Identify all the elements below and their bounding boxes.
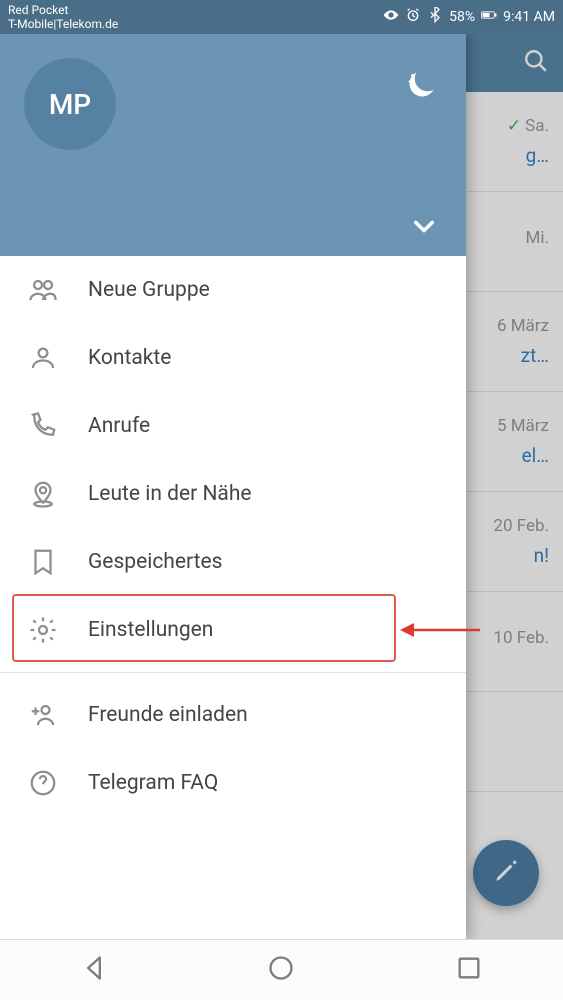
bluetooth-icon: [427, 7, 443, 27]
annotation-arrow: [400, 618, 480, 646]
battery-percent: 58%: [449, 9, 475, 25]
night-mode-toggle[interactable]: [402, 68, 438, 108]
menu-label: Telegram FAQ: [88, 771, 218, 795]
menu-label: Einstellungen: [88, 618, 213, 642]
nav-back[interactable]: [80, 954, 108, 986]
nav-recent[interactable]: [455, 954, 483, 986]
carrier-2: T-Mobile|Telekom.de: [8, 17, 118, 31]
drawer-menu: Neue Gruppe Kontakte Anrufe Leute in der…: [0, 256, 466, 940]
moon-icon: [402, 89, 438, 108]
menu-faq[interactable]: Telegram FAQ: [0, 749, 466, 817]
menu-saved[interactable]: Gespeichertes: [0, 528, 466, 596]
menu-divider: [0, 672, 466, 673]
bookmark-icon: [26, 547, 60, 577]
alarm-icon: [405, 7, 421, 27]
eye-icon: [383, 7, 399, 27]
clock-time: 9:41 AM: [503, 9, 555, 25]
help-icon: [26, 768, 60, 798]
nearby-icon: [26, 479, 60, 509]
menu-nearby[interactable]: Leute in der Nähe: [0, 460, 466, 528]
account-expand[interactable]: [410, 212, 438, 244]
menu-contacts[interactable]: Kontakte: [0, 324, 466, 392]
status-bar: Red Pocket T-Mobile|Telekom.de 58% 9:41 …: [0, 0, 563, 34]
phone-icon: [26, 411, 60, 441]
menu-label: Anrufe: [88, 414, 150, 438]
menu-settings[interactable]: Einstellungen: [0, 596, 466, 664]
group-icon: [26, 275, 60, 305]
person-icon: [26, 343, 60, 373]
system-nav-bar: [0, 939, 563, 1000]
navigation-drawer: MP Neue Gruppe Kontakte: [0, 34, 466, 940]
invite-icon: [26, 700, 60, 730]
gear-icon: [26, 615, 60, 645]
avatar[interactable]: MP: [24, 58, 116, 150]
menu-label: Gespeichertes: [88, 550, 222, 574]
chevron-down-icon: [410, 225, 438, 244]
menu-label: Leute in der Nähe: [88, 482, 252, 506]
avatar-initials: MP: [49, 88, 91, 121]
menu-calls[interactable]: Anrufe: [0, 392, 466, 460]
drawer-header: MP: [0, 34, 466, 256]
carrier-1: Red Pocket: [8, 3, 118, 17]
nav-home[interactable]: [267, 954, 295, 986]
menu-invite[interactable]: Freunde einladen: [0, 681, 466, 749]
menu-label: Freunde einladen: [88, 703, 248, 727]
menu-new-group[interactable]: Neue Gruppe: [0, 256, 466, 324]
battery-icon: [481, 7, 497, 27]
menu-label: Neue Gruppe: [88, 278, 210, 302]
menu-label: Kontakte: [88, 346, 171, 370]
